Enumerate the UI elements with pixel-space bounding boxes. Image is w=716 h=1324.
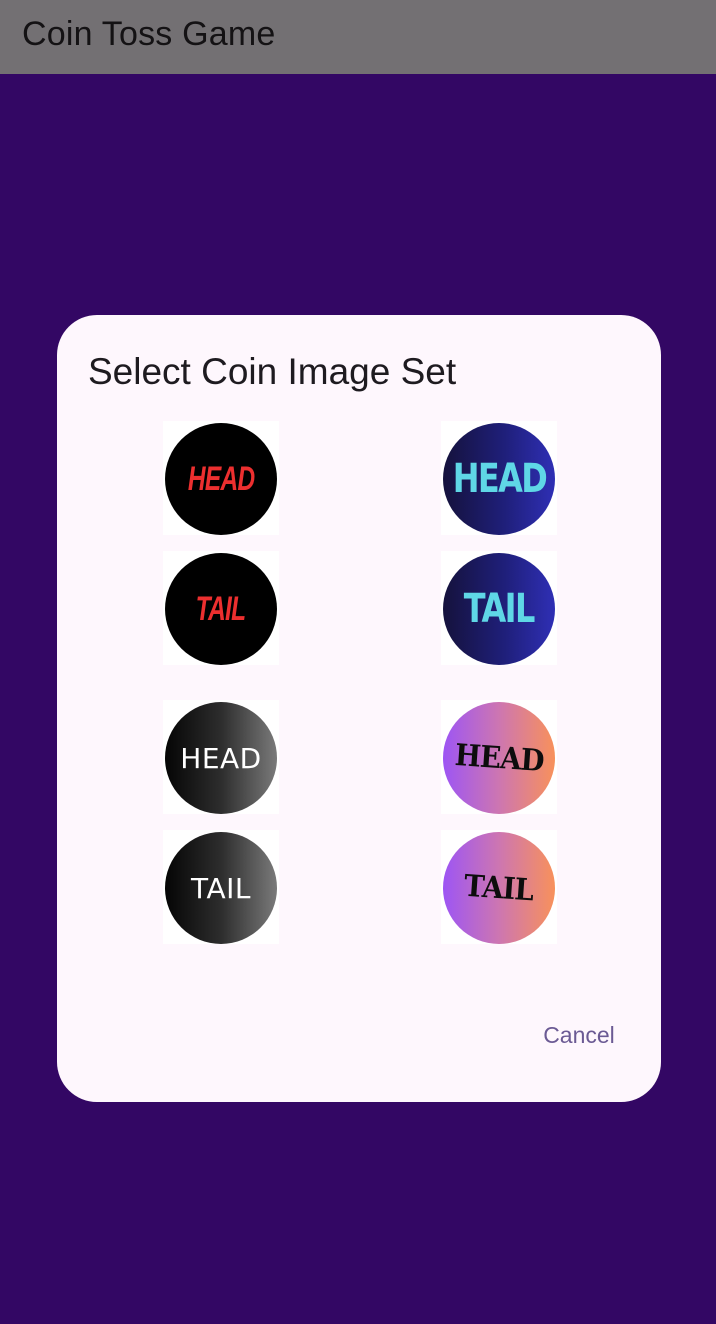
app-bar: Coin Toss Game [0,0,716,74]
coin-head-text: HEAD [180,741,262,775]
coin-tail: TAIL [165,832,277,944]
app-title: Coin Toss Game [22,14,276,53]
coin-tail-image[interactable]: TAIL [163,830,279,944]
coin-tail-text: TAIL [463,868,535,908]
coin-set-option-2[interactable]: HEAD TAIL [441,421,557,685]
coin-head-image[interactable]: HEAD [441,421,557,535]
coin-tail: TAIL [165,553,277,665]
coin-head-text: HEAD [187,459,255,498]
coin-set-option-1[interactable]: HEAD TAIL [163,421,279,685]
coin-tail-text: TAIL [463,586,536,632]
coin-tail-text: TAIL [196,589,246,628]
coin-head: HEAD [165,702,277,814]
coin-head-image[interactable]: HEAD [441,700,557,814]
coin-tail: TAIL [443,832,555,944]
cancel-button[interactable]: Cancel [529,1015,629,1055]
coin-tail-image[interactable]: TAIL [441,551,557,665]
coin-head: HEAD [165,423,277,535]
coin-head-image[interactable]: HEAD [163,421,279,535]
coin-head-image[interactable]: HEAD [163,700,279,814]
coin-head-text: HEAD [452,456,547,502]
coin-head-text: HEAD [453,737,545,779]
coin-tail: TAIL [443,553,555,665]
coin-tail-image[interactable]: TAIL [163,551,279,665]
coin-set-option-4[interactable]: HEAD TAIL [441,700,557,964]
coin-head: HEAD [443,423,555,535]
coin-tail-text: TAIL [191,871,251,905]
coin-set-option-3[interactable]: HEAD TAIL [163,700,279,964]
coin-head: HEAD [443,702,555,814]
dialog-title: Select Coin Image Set [88,351,457,392]
coin-tail-image[interactable]: TAIL [441,830,557,944]
coin-set-dialog: Select Coin Image Set HEAD TAIL HEAD TAI… [57,315,661,1102]
